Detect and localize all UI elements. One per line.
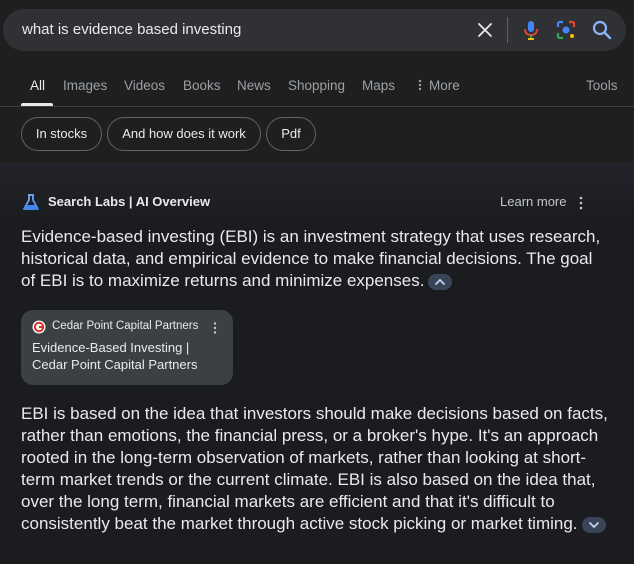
- chip-how-does-it-work[interactable]: And how does it work: [107, 117, 261, 151]
- tab-more[interactable]: More: [417, 78, 460, 93]
- clear-icon[interactable]: [475, 20, 495, 40]
- search-icon[interactable]: [591, 19, 613, 41]
- tab-images[interactable]: Images: [63, 78, 107, 93]
- paragraph-1-text: Evidence-based investing (EBI) is an inv…: [21, 227, 601, 290]
- tab-videos[interactable]: Videos: [124, 78, 165, 93]
- tabs-divider: [0, 106, 634, 107]
- learn-more-link[interactable]: Learn more: [500, 194, 566, 209]
- search-divider: [507, 17, 508, 43]
- tab-maps[interactable]: Maps: [362, 78, 395, 93]
- ai-overview-paragraph-2: EBI is based on the idea that investors …: [21, 403, 611, 535]
- tools-button[interactable]: Tools: [586, 78, 618, 93]
- ai-overview-paragraph-1: Evidence-based investing (EBI) is an inv…: [21, 226, 611, 292]
- tab-more-label: More: [429, 78, 460, 93]
- chip-pdf[interactable]: Pdf: [266, 117, 316, 151]
- tab-all[interactable]: All: [30, 78, 45, 93]
- tab-books[interactable]: Books: [183, 78, 221, 93]
- source-site-name: Cedar Point Capital Partners: [52, 320, 199, 332]
- lens-icon[interactable]: [555, 19, 577, 41]
- more-vert-icon: [418, 79, 422, 91]
- source-title[interactable]: Evidence-Based Investing | Cedar Point C…: [32, 339, 227, 373]
- mic-icon[interactable]: [520, 19, 542, 41]
- expand-button[interactable]: [581, 516, 606, 533]
- tab-shopping[interactable]: Shopping: [288, 78, 345, 93]
- top-bar: what is evidence based investing All Ima…: [0, 0, 634, 163]
- labs-flask-icon: [23, 194, 39, 210]
- tab-news[interactable]: News: [237, 78, 271, 93]
- source-card[interactable]: Cedar Point Capital Partners Evidence-Ba…: [21, 310, 233, 385]
- chip-in-stocks[interactable]: In stocks: [21, 117, 102, 151]
- kebab-icon[interactable]: [576, 195, 586, 211]
- paragraph-2-text: EBI is based on the idea that investors …: [21, 404, 608, 533]
- collapse-button[interactable]: [428, 273, 453, 290]
- source-kebab-icon[interactable]: [211, 321, 219, 335]
- chevron-down-icon: [588, 521, 599, 528]
- search-box[interactable]: what is evidence based investing: [3, 9, 626, 51]
- search-input[interactable]: what is evidence based investing: [22, 21, 241, 38]
- favicon: [32, 320, 46, 334]
- chevron-up-icon: [435, 278, 446, 285]
- ai-overview-title: Search Labs | AI Overview: [48, 194, 211, 209]
- search-tabs: All Images Videos Books News Shopping Ma…: [0, 70, 634, 106]
